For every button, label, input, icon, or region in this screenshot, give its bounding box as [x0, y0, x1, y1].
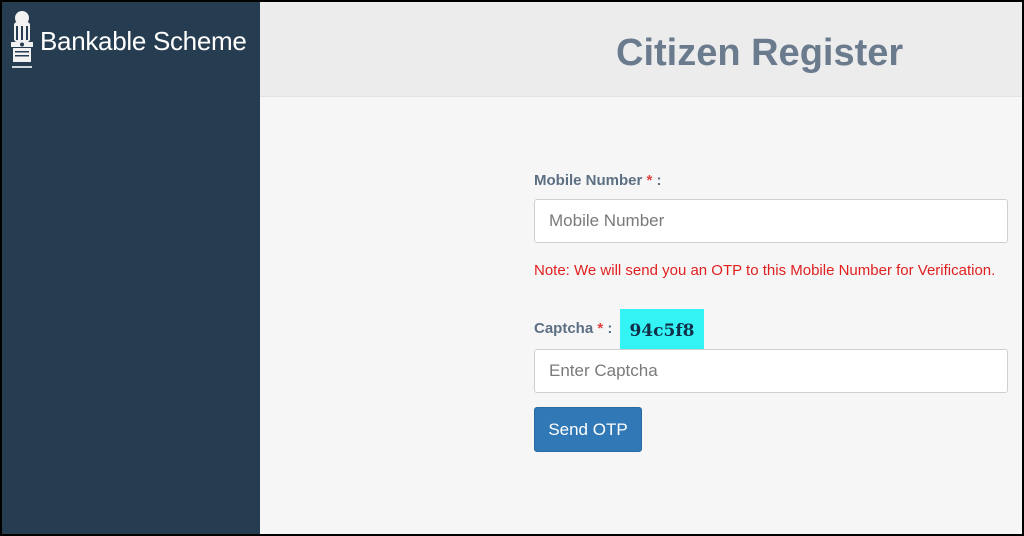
- otp-note: Note: We will send you an OTP to this Mo…: [534, 262, 996, 279]
- label-colon: :: [652, 172, 662, 189]
- mobile-number-label-text: Mobile Number: [534, 172, 643, 189]
- app-frame: Bankable Scheme Citizen Register Mobile …: [0, 0, 1024, 536]
- register-form: Mobile Number * : Note: We will send you…: [534, 2, 1010, 534]
- captcha-image: 94c5f8: [620, 309, 704, 349]
- label-colon: :: [603, 320, 613, 337]
- main-content: Citizen Register Mobile Number * : Note:…: [260, 2, 1022, 534]
- national-emblem-icon: [11, 11, 33, 68]
- app-brand: Bankable Scheme: [40, 26, 247, 56]
- sidebar: Bankable Scheme: [2, 2, 260, 534]
- captcha-label: Captcha * :: [534, 320, 612, 337]
- captcha-label-text: Captcha: [534, 320, 594, 337]
- mobile-number-label: Mobile Number * :: [534, 172, 662, 189]
- send-otp-button[interactable]: Send OTP: [534, 407, 642, 452]
- captcha-input[interactable]: [534, 349, 1008, 393]
- mobile-number-input[interactable]: [534, 199, 1008, 243]
